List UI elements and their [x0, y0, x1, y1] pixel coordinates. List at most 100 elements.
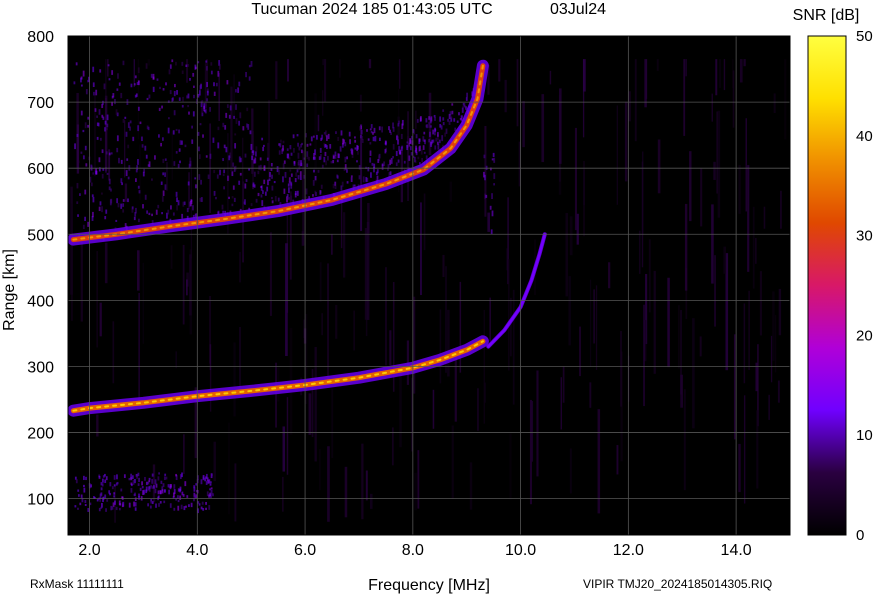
- noise-streak: [770, 335, 773, 383]
- low-range-echo: [177, 499, 180, 503]
- low-range-echo: [153, 485, 155, 489]
- spread-echo: [115, 109, 118, 115]
- spread-echo: [198, 146, 200, 152]
- spread-echo: [305, 133, 308, 138]
- spread-echo: [346, 169, 348, 173]
- spread-echo: [186, 207, 189, 213]
- noise-streak: [343, 212, 346, 278]
- spread-echo: [410, 152, 413, 156]
- x-tick-label: 2.0: [78, 542, 100, 559]
- low-range-echo: [148, 477, 151, 481]
- spread-echo: [437, 132, 439, 137]
- spread-echo: [428, 122, 430, 128]
- spread-echo: [262, 190, 264, 194]
- colorbar-tick-label: 10: [856, 427, 873, 444]
- spread-echo: [437, 143, 440, 150]
- noise-streak: [391, 427, 394, 466]
- spread-echo: [271, 196, 273, 200]
- spread-echo: [349, 139, 351, 145]
- low-range-echo: [200, 479, 203, 485]
- spread-echo: [101, 114, 104, 118]
- spread-echo: [447, 118, 449, 122]
- spread-echo: [420, 149, 423, 155]
- noise-streak: [778, 288, 782, 336]
- spread-echo: [176, 204, 178, 211]
- spread-echo: [321, 164, 324, 168]
- spread-echo: [157, 204, 160, 209]
- spread-echo: [165, 82, 167, 86]
- noise-streak: [597, 409, 601, 514]
- spread-echo: [466, 92, 469, 98]
- spread-echo: [137, 67, 140, 74]
- noise-streak: [302, 150, 305, 246]
- spread-echo: [334, 181, 337, 186]
- spread-echo: [205, 155, 208, 158]
- spread-echo: [169, 90, 172, 95]
- low-range-echo: [151, 473, 154, 477]
- spread-echo: [228, 196, 230, 200]
- spread-echo: [492, 152, 495, 157]
- spread-echo: [378, 126, 381, 131]
- spread-echo: [286, 148, 289, 151]
- spread-echo: [161, 105, 163, 109]
- noise-streak: [732, 70, 735, 128]
- spread-echo: [225, 146, 228, 153]
- spread-echo: [134, 212, 137, 217]
- spread-echo: [142, 171, 145, 177]
- spread-echo: [206, 66, 208, 71]
- spread-echo: [491, 210, 494, 217]
- noise-streak: [738, 443, 741, 493]
- spread-echo: [370, 124, 373, 129]
- low-range-echo: [195, 494, 198, 499]
- low-range-echo: [80, 494, 83, 498]
- spread-echo: [358, 175, 361, 180]
- spread-echo: [423, 151, 426, 154]
- spread-echo: [290, 181, 293, 186]
- noise-streak: [368, 59, 372, 69]
- spread-echo: [306, 156, 309, 160]
- spread-echo: [296, 169, 299, 173]
- spread-echo: [348, 131, 351, 137]
- spread-echo: [254, 151, 257, 157]
- low-range-echo: [128, 502, 131, 508]
- spread-echo: [288, 180, 291, 185]
- spread-echo: [217, 210, 220, 214]
- spread-echo: [350, 175, 353, 178]
- spread-echo: [79, 193, 81, 196]
- low-range-echo: [157, 490, 160, 495]
- noise-streak: [536, 370, 539, 477]
- spread-echo: [137, 185, 140, 189]
- spread-echo: [314, 190, 317, 195]
- noise-streak: [667, 277, 670, 368]
- spread-echo: [403, 160, 406, 164]
- spread-echo: [106, 123, 109, 128]
- low-range-echo: [141, 481, 143, 486]
- spread-echo: [298, 146, 301, 151]
- spread-echo: [212, 137, 215, 143]
- colorbar-tick-label: 40: [856, 128, 873, 145]
- low-range-echo: [150, 484, 153, 488]
- low-range-echo: [130, 488, 133, 493]
- noise-streak: [94, 91, 96, 177]
- spread-echo: [82, 129, 85, 133]
- noise-streak: [772, 291, 775, 361]
- spread-echo: [279, 143, 282, 148]
- spread-echo: [92, 172, 95, 175]
- spread-echo: [120, 203, 123, 209]
- noise-streak: [282, 426, 286, 472]
- noise-streak: [322, 59, 325, 66]
- spread-echo: [247, 124, 250, 130]
- noise-streak: [616, 105, 618, 205]
- spread-echo: [144, 145, 147, 151]
- spread-echo: [102, 100, 104, 105]
- spread-echo: [294, 178, 297, 183]
- spread-echo: [296, 190, 299, 196]
- low-range-echo: [87, 507, 90, 512]
- spread-echo: [95, 170, 98, 175]
- spread-echo: [238, 81, 241, 87]
- low-range-echo: [210, 489, 213, 495]
- spread-echo: [231, 171, 234, 177]
- spread-echo: [187, 63, 190, 67]
- spread-echo: [217, 126, 220, 131]
- noise-streak: [239, 251, 241, 283]
